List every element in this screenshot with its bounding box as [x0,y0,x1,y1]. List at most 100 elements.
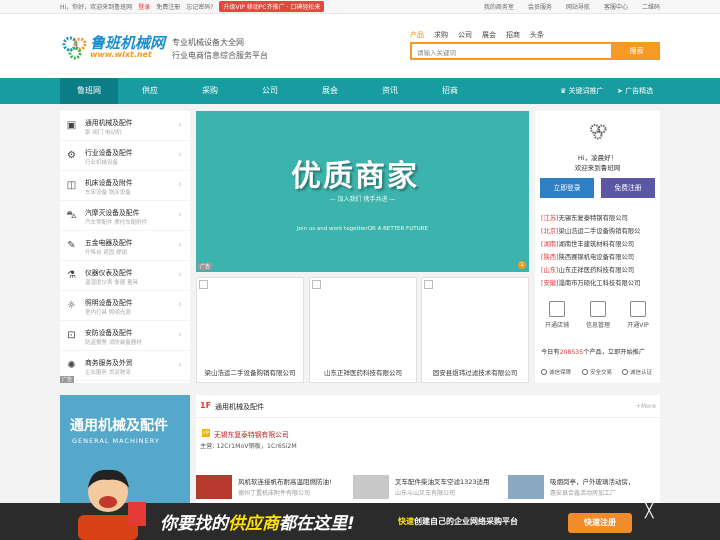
more-link[interactable]: +More [636,403,656,410]
shield-icon [541,369,547,375]
company-card[interactable]: 固安县煜玮过滤技术有限公司 [421,277,529,383]
news-region: [陕西] [541,254,559,261]
featured-company[interactable]: 无锡东复泰特钢有限公司 [214,429,289,439]
search-tab-buy[interactable]: 求购 [434,30,448,40]
customer-service-link[interactable]: 客服中心 [604,2,628,11]
nav-expo[interactable]: 展会 [302,78,358,104]
chevron-right-icon: › [178,120,182,130]
service-label: 开通VIP [627,322,649,329]
product-image [353,475,389,499]
floor-number: 1F [200,401,212,410]
ad-label: 广告 [198,263,213,270]
category-item[interactable]: ▣ 通用机械及配件泵 阀门 电动机 › [60,111,190,141]
forgot-password-link[interactable]: 忘记密码? [186,2,213,11]
broken-image-icon [199,280,208,289]
info-manage-service[interactable]: 信息管理 [580,301,616,329]
login-link[interactable]: 登录 [138,2,150,11]
chevron-right-icon: › [178,330,182,340]
floor-image-sub: GENERAL MACHINERY [72,437,160,445]
banner-title: 优质商家 [291,159,419,194]
chevron-right-icon: › [178,240,182,250]
divider [196,417,660,418]
company-news-list: [江苏]无锡东复泰特钢有限公司 [北京]梁山浩运二手设备购销有限公 [湖南]湖南… [541,213,659,291]
site-nav-link[interactable]: 网站导航 [566,2,590,11]
chevron-right-icon: › [178,270,182,280]
login-button[interactable]: 立即登录 [540,178,594,198]
nav-company[interactable]: 公司 [242,78,298,104]
guarantee-label: 安全交易 [590,370,613,376]
product-name: 叉车配件柴油叉车空滤1323适用 [395,478,490,486]
news-region: [北京] [541,228,559,235]
category-item[interactable]: ✎ 五金电器及配件 升降台 紧固 焊钳 › [60,231,190,261]
news-region: [山东] [541,267,559,274]
open-shop-service[interactable]: 开通店铺 [539,301,575,329]
company-card-name: 固安县煜玮过滤技术有限公司 [432,369,518,377]
banner-page-dot[interactable]: 1 [518,261,526,269]
product-image [196,475,232,499]
category-item[interactable]: ⚙ 行业设备及配件 行业机械设备 › [60,141,190,171]
company-card[interactable]: 梁山浩运二手设备购销有限公司 [196,277,304,383]
site-logo[interactable]: 鲁班机械网 www.wixt.net [60,32,165,66]
news-item[interactable]: [江苏]无锡东复泰特钢有限公司 [541,213,659,226]
my-office-link[interactable]: 我的商务室 [484,2,514,11]
ad-select-link[interactable]: ➤ 广告精选 [617,78,653,104]
nav-supply[interactable]: 供应 [122,78,178,104]
product-company: 惠安县合鑫活动房加工厂 [550,490,617,497]
product-item[interactable]: 风机软连接帆布耐高温阻燃防油! 德州丁置机床附件有限公司 [196,475,346,499]
send-icon: ➤ [617,87,626,95]
member-service-link[interactable]: 会员服务 [528,2,552,11]
register-link[interactable]: 免费注册 [156,2,180,11]
nav-home[interactable]: 鲁班网 [60,78,118,104]
category-sub: 室内灯具 照明光源 [85,310,131,316]
category-sub: 汽车零配件 摩托车配附件 [85,220,148,226]
chevron-right-icon: › [178,300,182,310]
promo-banner[interactable]: 优质商家 — 加入我们 携手共进 — Join us and work toge… [196,111,529,272]
category-item[interactable]: ⊡ 安防设备及配件 防盗报警 消防装备器材 › [60,321,190,351]
count-value: 208535 [559,349,584,356]
product-image [508,475,544,499]
flask-icon: ⚗ [67,270,76,281]
news-region: [湖南] [541,241,559,248]
category-item[interactable]: ☼ 照明设备及配件 室内灯具 照明光源 › [60,291,190,321]
category-item[interactable]: ⛍ 汽摩灭设备及配件 汽车零配件 摩托车配附件 › [60,201,190,231]
close-icon[interactable]: ╳ [645,503,653,519]
news-item[interactable]: [安徽]淄南市万硕化工科技有限公司 [541,278,659,291]
mascot-illustration [78,469,146,540]
qrcode-link[interactable]: 二维码 [642,2,660,11]
guarantee-label: 诚信保障 [549,370,572,376]
category-item[interactable]: ⚗ 仪器仪表及配件 温湿度仪表 衡器 量具 › [60,261,190,291]
search-input[interactable]: 请输入关键词 [410,42,613,60]
search-tab-invest[interactable]: 招商 [506,30,520,40]
category-item[interactable]: ◫ 机床设备及附件 车床设备 铣床设备 › [60,171,190,201]
broken-image-icon [424,280,433,289]
search-tab-company[interactable]: 公司 [458,30,472,40]
category-item[interactable]: ✺ 商务服务及外贸 企业服务 货运物流 › [60,351,190,381]
shield-icon [622,369,628,375]
nav-invest[interactable]: 招商 [422,78,478,104]
news-item[interactable]: [北京]梁山浩运二手设备购销有限公 [541,226,659,239]
guarantee-label: 诚信认证 [630,370,653,376]
news-item[interactable]: [湖南]湖南世丰建筑材料有限公司 [541,239,659,252]
product-item[interactable]: 吸烟岗亭，户外玻璃活动房， 惠安县合鑫活动房加工厂 [508,475,658,499]
news-item[interactable]: [山东]山东正祥医药科技有限公司 [541,265,659,278]
broken-image-icon [312,280,321,289]
company-card[interactable]: 山东正祥医药科技有限公司 [309,277,417,383]
category-sub: 升降台 紧固 焊钳 [85,250,127,256]
search-tab-expo[interactable]: 展会 [482,30,496,40]
search-tab-headline[interactable]: 头条 [530,30,544,40]
search-tab-product[interactable]: 产品 [410,30,424,40]
floor-section: 1F 通用机械及配件 +More VIP 无锡东复泰特钢有限公司 主营: 12C… [196,395,660,505]
register-button[interactable]: 免费注册 [601,178,655,198]
nav-news[interactable]: 资讯 [362,78,418,104]
open-vip-service[interactable]: 开通VIP [620,301,656,329]
vip-promo-link[interactable]: 升级VIP 移动PC齐推广 · 口碑轻松来 [219,1,325,12]
search-button[interactable]: 搜索 [613,42,660,60]
quick-register-button[interactable]: 快速注册 [568,513,632,533]
category-sub: 企业服务 货运物流 [85,370,131,376]
nav-purchase[interactable]: 采购 [182,78,238,104]
news-item[interactable]: [陕西]陕西赛锦机电设备有限公司 [541,252,659,265]
company-card-name: 梁山浩运二手设备购销有限公司 [204,369,296,377]
product-item[interactable]: 叉车配件柴油叉车空滤1323适用 山东斗山叉车有限公司 [353,475,503,499]
chevron-right-icon: › [178,210,182,220]
keyword-promo-link[interactable]: ♛ 关键词推广 [560,78,604,104]
